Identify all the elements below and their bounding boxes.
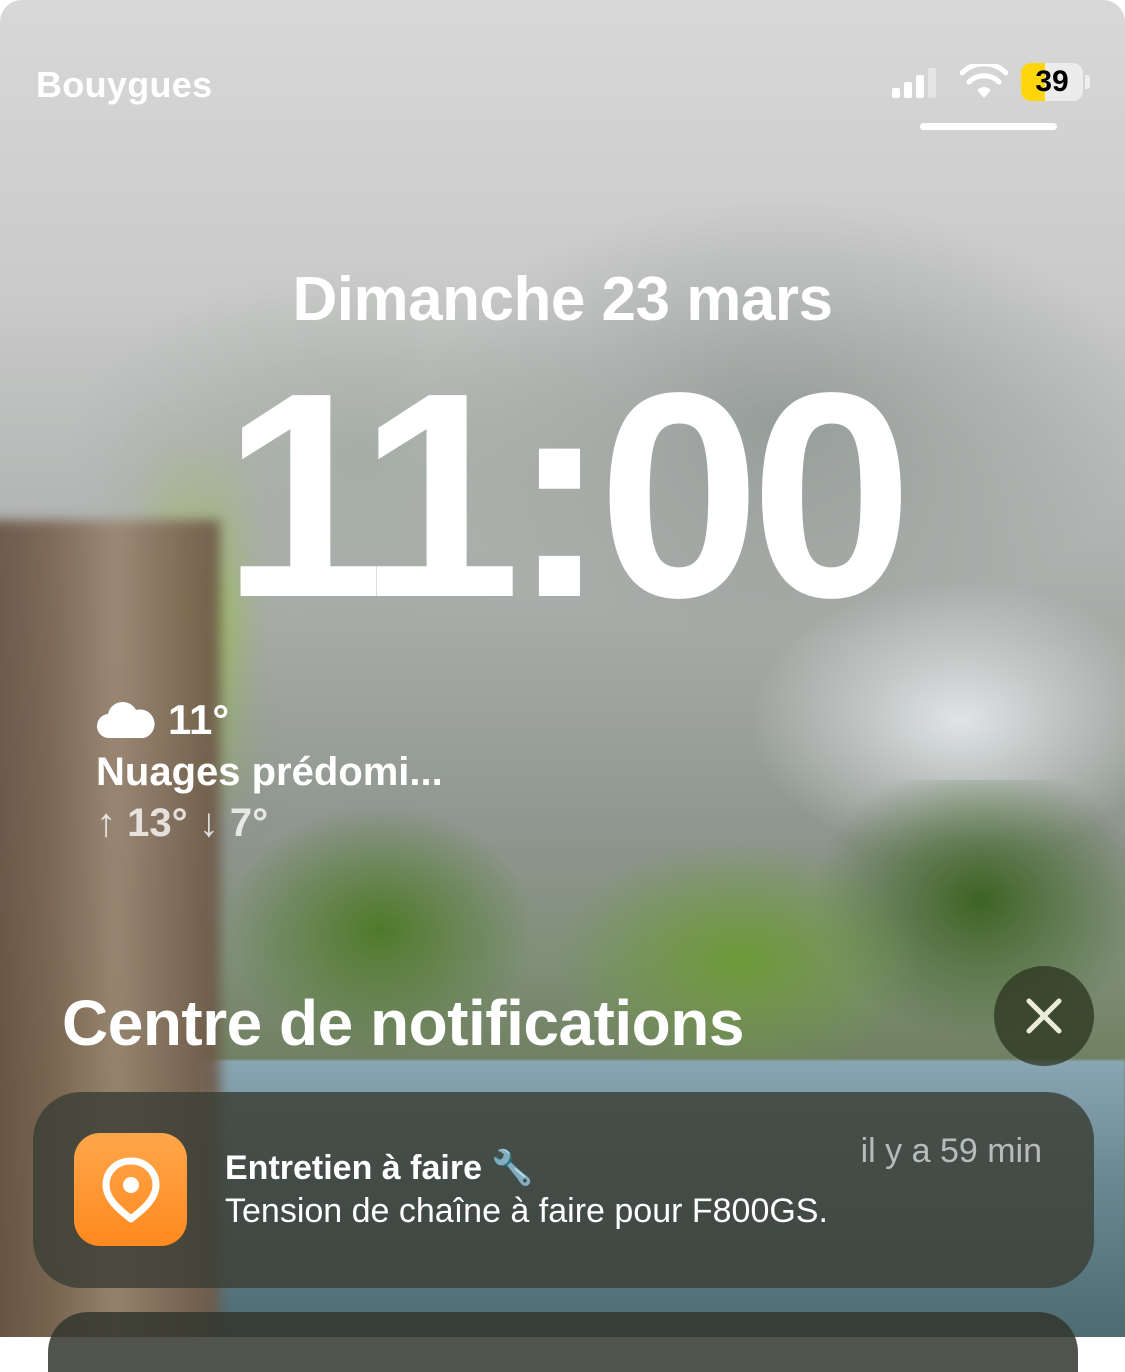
app-icon [74,1133,187,1246]
notification-title: Entretien à faire 🔧 [225,1149,534,1187]
cloud-icon [96,701,155,739]
notification-body: Tension de chaîne à faire pour F800GS. [225,1192,828,1230]
notification-card[interactable]: Entretien à faire 🔧 il y a 59 min Tensio… [33,1092,1094,1288]
wifi-icon [960,64,1008,98]
top-indicator-bar[interactable] [920,123,1057,130]
carrier-name: Bouygues [36,64,213,105]
location-pin-icon [102,1157,159,1222]
close-notifications-button[interactable] [994,966,1094,1066]
weather-temp-row: 11° [96,696,443,744]
lock-time: 11:00 [222,332,913,658]
weather-widget[interactable]: 11° Nuages prédomi... ↑ 13° ↓ 7° [96,696,443,846]
signal-icon [892,66,936,98]
battery-cap [1085,75,1090,89]
notification-center-title: Centre de notifications [62,987,744,1059]
weather-temperature: 11° [168,696,230,743]
battery-indicator: 39 [1021,63,1091,101]
battery-body: 39 [1021,63,1083,101]
lock-date: Dimanche 23 mars [292,265,833,334]
status-bar: Bouygues 39 [0,0,1125,130]
notification-time: il y a 59 min [860,1132,1042,1170]
weather-range: ↑ 13° ↓ 7° [96,801,269,845]
close-icon [1026,998,1062,1034]
notification-card-next[interactable] [48,1312,1078,1372]
battery-level: 39 [1035,65,1069,98]
weather-condition: Nuages prédomi... [96,750,443,794]
